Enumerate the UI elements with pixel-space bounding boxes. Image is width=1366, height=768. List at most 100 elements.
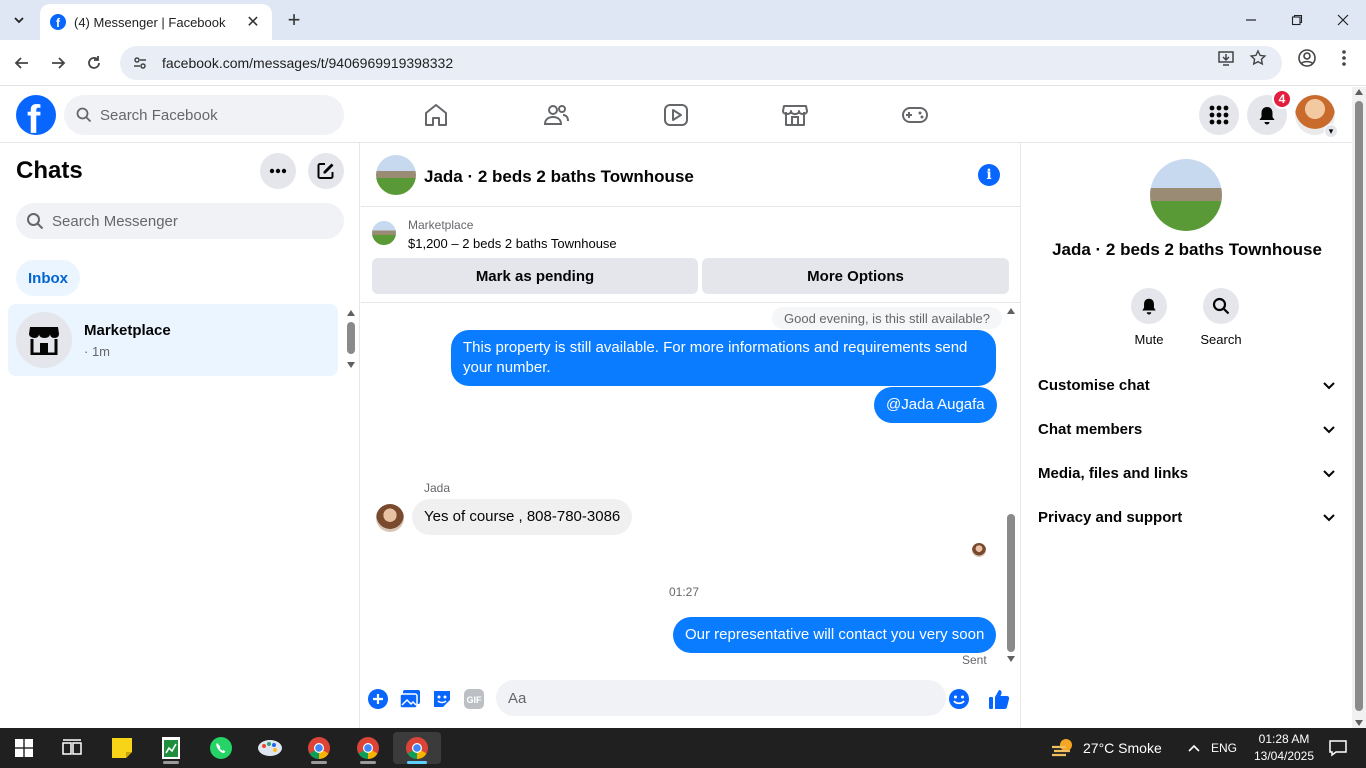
more-horizontal-icon [269, 168, 287, 174]
scrollbar-thumb[interactable] [1007, 514, 1015, 652]
notification-badge: 4 [1272, 89, 1292, 109]
scroll-down-arrow-icon[interactable] [1355, 720, 1363, 726]
privacy-support-section[interactable]: Privacy and support [1038, 497, 1336, 537]
tab-search-button[interactable] [6, 7, 32, 33]
chats-options-button[interactable] [260, 153, 296, 189]
details-avatar[interactable] [1150, 159, 1222, 231]
minimize-icon [1246, 19, 1256, 21]
gif-icon[interactable]: GIF [462, 687, 486, 711]
weather-text[interactable]: 27°C Smoke [1083, 740, 1162, 756]
browser-tab-active[interactable]: f (4) Messenger | Facebook ✕ [40, 4, 272, 40]
message-list: Good evening, is this still available? T… [361, 304, 1021, 672]
facebook-logo-icon[interactable]: f [16, 95, 56, 135]
plus-circle-icon[interactable] [366, 687, 390, 711]
whatsapp-icon[interactable] [201, 732, 241, 764]
gaming-icon[interactable] [901, 101, 929, 129]
paint-app-icon[interactable] [250, 732, 290, 764]
friends-icon[interactable] [542, 101, 570, 129]
clock-time[interactable]: 01:28 AM [1246, 732, 1322, 746]
mark-pending-button[interactable]: Mark as pending [372, 258, 698, 294]
chrome-icon[interactable] [348, 732, 388, 764]
chevron-down-icon [1323, 382, 1335, 390]
windows-taskbar: 27°C Smoke ENG 01:28 AM 13/04/2025 [0, 728, 1366, 768]
chrome-icon-active[interactable] [393, 732, 441, 764]
facebook-header: f Search Facebook [0, 87, 1352, 143]
scroll-up-arrow-icon[interactable] [1355, 89, 1363, 95]
bookmark-star-icon[interactable] [1248, 48, 1268, 68]
chat-list-scrollbar[interactable] [346, 308, 356, 370]
gif-label: GIF [467, 695, 483, 705]
reload-button[interactable] [80, 49, 108, 77]
language-indicator[interactable]: ENG [1208, 741, 1240, 755]
chat-time: · 1m [84, 344, 110, 359]
message-bubble-outgoing[interactable]: @Jada Augafa [874, 387, 997, 423]
url-text: facebook.com/messages/t/9406969919398332 [162, 55, 454, 71]
emoji-icon[interactable] [947, 687, 971, 711]
page-scrollbar[interactable] [1352, 87, 1366, 728]
task-view-icon[interactable] [52, 732, 92, 764]
facebook-search-placeholder: Search Facebook [100, 106, 218, 124]
info-icon[interactable]: i [978, 164, 1000, 186]
active-indicator [407, 761, 427, 764]
scroll-up-arrow-icon[interactable] [1007, 308, 1015, 314]
chrome-icon[interactable] [299, 732, 339, 764]
restore-button[interactable] [1274, 0, 1320, 40]
customise-chat-section[interactable]: Customise chat [1038, 365, 1336, 405]
clock-date[interactable]: 13/04/2025 [1246, 749, 1322, 763]
scroll-up-arrow-icon[interactable] [347, 310, 355, 316]
facebook-search-input[interactable]: Search Facebook [64, 95, 344, 135]
scrollbar-thumb[interactable] [347, 322, 355, 354]
message-bubble-incoming[interactable]: Yes of course , 808-780-3086 [412, 499, 633, 535]
message-scrollbar[interactable] [1006, 306, 1016, 664]
scrollbar-thumb[interactable] [1355, 101, 1363, 711]
scroll-down-arrow-icon[interactable] [347, 362, 355, 368]
mute-button[interactable]: Mute [1113, 288, 1185, 347]
scroll-down-arrow-icon[interactable] [1007, 656, 1015, 662]
inbox-filter-tab[interactable]: Inbox [16, 260, 80, 296]
notification-center-icon[interactable] [1318, 732, 1358, 764]
minimize-button[interactable] [1228, 0, 1274, 40]
search-in-chat-button[interactable]: Search [1185, 288, 1257, 347]
browser-toolbar: facebook.com/messages/t/9406969919398332 [0, 40, 1366, 86]
video-icon[interactable] [662, 101, 690, 129]
sticky-notes-icon[interactable] [102, 732, 142, 764]
tab-close-icon[interactable]: ✕ [244, 12, 262, 32]
section-label: Media, files and links [1038, 464, 1189, 482]
listing-title[interactable]: $1,200 – 2 beds 2 baths Townhouse [408, 236, 617, 251]
message-input[interactable]: Aa [496, 680, 946, 716]
chats-title: Chats [16, 157, 83, 184]
messenger-search-input[interactable]: Search Messenger [16, 203, 344, 239]
media-files-links-section[interactable]: Media, files and links [1038, 453, 1336, 493]
marketplace-icon[interactable] [781, 101, 809, 129]
spreadsheet-app-icon[interactable] [151, 732, 191, 764]
close-window-button[interactable] [1320, 0, 1366, 40]
chevron-up-icon[interactable] [1182, 732, 1206, 764]
site-settings-icon[interactable] [132, 55, 148, 71]
running-indicator [163, 761, 179, 764]
conversation-avatar[interactable] [376, 155, 416, 195]
windows-start-icon[interactable] [4, 732, 44, 764]
photo-icon[interactable] [398, 687, 422, 711]
conversation-title[interactable]: Jada · 2 beds 2 baths Townhouse [424, 167, 694, 187]
install-app-icon[interactable] [1216, 48, 1236, 68]
account-avatar[interactable]: ▾ [1295, 95, 1338, 138]
sticker-icon[interactable] [430, 687, 454, 711]
chat-members-section[interactable]: Chat members [1038, 409, 1336, 449]
back-button[interactable] [8, 49, 36, 77]
chat-list-item-marketplace[interactable]: Marketplace · 1m [8, 304, 338, 376]
forward-button[interactable] [44, 49, 72, 77]
weather-haze-icon[interactable] [1046, 732, 1080, 764]
jada-avatar[interactable] [376, 504, 404, 532]
profile-icon[interactable] [1297, 48, 1317, 68]
listing-thumbnail[interactable] [372, 221, 396, 245]
new-tab-button[interactable]: + [282, 7, 306, 32]
address-bar[interactable]: facebook.com/messages/t/9406969919398332 [120, 46, 1282, 80]
browser-menu-icon[interactable] [1334, 48, 1354, 68]
more-options-button[interactable]: More Options [702, 258, 1009, 294]
like-thumb-icon[interactable] [987, 687, 1011, 711]
new-message-button[interactable] [308, 153, 344, 189]
menu-grid-button[interactable] [1199, 95, 1239, 135]
home-icon[interactable] [422, 101, 450, 129]
message-bubble-outgoing[interactable]: Our representative will contact you very… [673, 617, 997, 653]
message-bubble-outgoing[interactable]: This property is still available. For mo… [451, 330, 996, 386]
